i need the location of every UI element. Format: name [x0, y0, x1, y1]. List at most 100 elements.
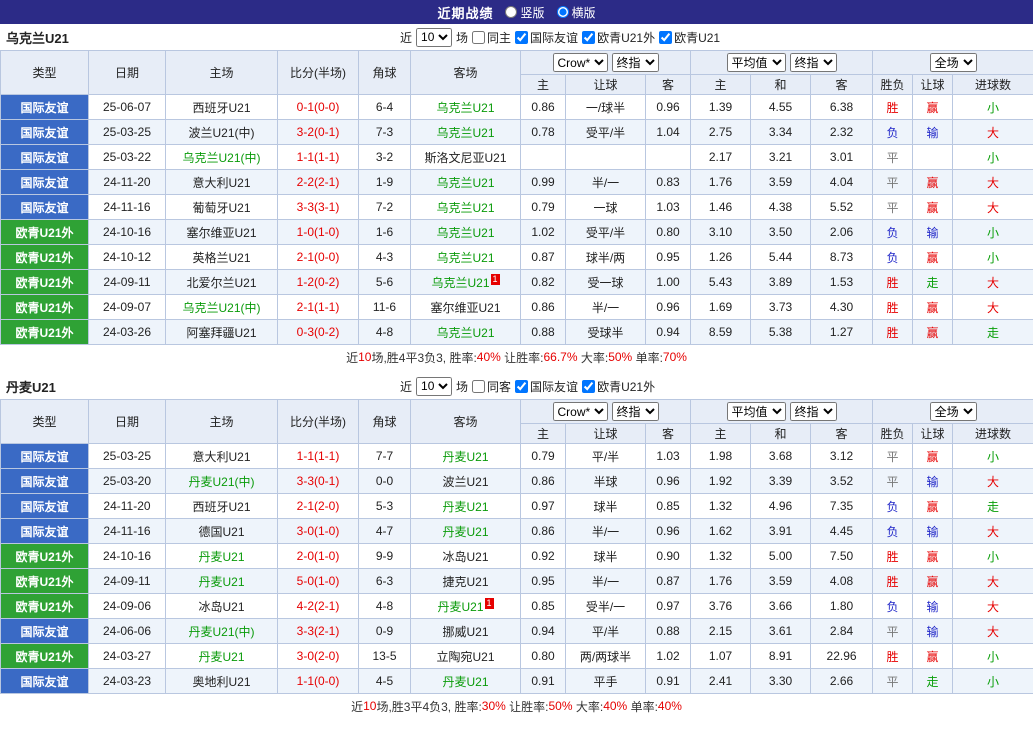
corner-score: 5-3 — [358, 493, 411, 519]
same-away-checkbox[interactable] — [472, 379, 486, 393]
col-avg-home: 主 — [690, 74, 752, 95]
odds-home: 1.02 — [520, 219, 566, 245]
home-team: 丹麦U21 — [165, 568, 278, 594]
filter-same-away[interactable]: 同客 — [472, 378, 511, 395]
away-team: 丹麦U21 — [410, 443, 521, 469]
match-count-select[interactable]: 10 — [416, 27, 453, 47]
avg-draw: 3.30 — [750, 668, 812, 694]
match-row: 国际友谊 24-03-23 奥地利U21 1-1(0-0) 4-5 丹麦U21 0.91 平手… — [0, 668, 1033, 694]
match-type-badge: 国际友谊 — [0, 144, 89, 170]
scope-select[interactable]: 全场 — [929, 53, 977, 72]
filter-u21-qual[interactable]: 欧青U21外 — [582, 378, 655, 395]
away-team: 乌克兰U21 1 — [410, 269, 521, 295]
match-count-select[interactable]: 10 — [416, 376, 453, 396]
result-handicap: 输 — [912, 219, 954, 245]
home-team: 西班牙U21 — [165, 493, 278, 519]
avg-draw: 4.38 — [750, 194, 812, 220]
result-goals: 大 — [952, 518, 1033, 544]
match-row: 国际友谊 24-11-16 葡萄牙U21 3-3(3-1) 7-2 乌克兰U21 0.79 一… — [0, 194, 1033, 220]
result-goals: 大 — [952, 119, 1033, 145]
col-type: 类型 — [0, 50, 89, 95]
odds-away — [644, 144, 692, 170]
col-result-goals: 进球数 — [952, 74, 1033, 95]
u21-checkbox[interactable] — [659, 30, 673, 44]
radio-vertical-input[interactable] — [505, 6, 518, 18]
avg-stage-select[interactable]: 终指 — [789, 53, 837, 72]
filter-intl-friendly[interactable]: 国际友谊 — [515, 29, 578, 46]
result-goals: 小 — [952, 668, 1033, 694]
away-team: 乌克兰U21 — [410, 244, 521, 270]
result-winloss: 平 — [872, 169, 914, 195]
radio-horizontal-input[interactable] — [556, 6, 569, 18]
match-score: 1-0(1-0) — [277, 219, 359, 245]
summary-segment: 10 — [363, 699, 377, 713]
avg-away: 5.52 — [810, 194, 874, 220]
match-row: 国际友谊 25-03-20 丹麦U21(中) 3-3(0-1) 0-0 波兰U21 0.86… — [0, 468, 1033, 494]
avg-away: 4.45 — [810, 518, 874, 544]
result-winloss: 负 — [872, 244, 914, 270]
avg-home: 1.26 — [690, 244, 752, 270]
odds-company-select[interactable]: Crow* — [552, 53, 608, 72]
odds-away: 0.96 — [644, 468, 692, 494]
match-date: 24-09-11 — [88, 269, 166, 295]
team-section-ukraine: 乌克兰U21 近 10 场 同主 国际友谊 欧青U21外 欧青U21 类型 日期… — [0, 24, 1033, 369]
filter-u21-qual[interactable]: 欧青U21外 — [582, 29, 655, 46]
result-goals: 大 — [952, 269, 1033, 295]
avg-source-select[interactable]: 平均值 — [726, 402, 786, 421]
odds-away: 0.96 — [644, 94, 692, 120]
u21-qual-checkbox[interactable] — [582, 379, 596, 393]
result-handicap: 赢 — [912, 94, 954, 120]
result-goals: 小 — [952, 543, 1033, 569]
avg-home: 1.98 — [690, 443, 752, 469]
same-home-checkbox[interactable] — [472, 30, 486, 44]
odds-handicap: 两/两球半 — [565, 643, 646, 669]
match-type-badge: 国际友谊 — [0, 618, 89, 644]
away-team: 捷克U21 — [410, 568, 521, 594]
odds-away: 1.03 — [644, 194, 692, 220]
layout-radio-vertical[interactable]: 竖版 — [505, 4, 545, 21]
avg-draw: 5.00 — [750, 543, 812, 569]
result-winloss: 负 — [872, 219, 914, 245]
odds-handicap: 平/半 — [565, 443, 646, 469]
match-score: 0-3(0-2) — [277, 319, 359, 345]
odds-handicap: 半/一 — [565, 568, 646, 594]
odds-away: 0.80 — [644, 219, 692, 245]
u21-qual-checkbox[interactable] — [582, 30, 596, 44]
avg-home: 1.62 — [690, 518, 752, 544]
odds-away: 0.95 — [644, 244, 692, 270]
corner-score: 9-9 — [358, 543, 411, 569]
result-winloss: 胜 — [872, 269, 914, 295]
match-row: 国际友谊 25-03-25 波兰U21(中) 3-2(0-1) 7-3 乌克兰U21 0.7… — [0, 119, 1033, 145]
scope-select[interactable]: 全场 — [929, 402, 977, 421]
match-row: 欧青U21外 24-09-11 北爱尔兰U21 1-2(0-2) 5-6 乌克兰U21 1 0… — [0, 269, 1033, 295]
avg-source-select[interactable]: 平均值 — [726, 53, 786, 72]
away-team: 丹麦U21 — [410, 493, 521, 519]
layout-radio-horizontal[interactable]: 横版 — [556, 4, 596, 21]
filter-intl-friendly[interactable]: 国际友谊 — [515, 378, 578, 395]
away-team: 乌克兰U21 — [410, 194, 521, 220]
match-score: 5-0(1-0) — [277, 568, 359, 594]
avg-away: 2.06 — [810, 219, 874, 245]
avg-selects-cell: 平均值 终指 — [690, 399, 874, 424]
result-goals: 走 — [952, 319, 1033, 345]
match-type-badge: 欧青U21外 — [0, 219, 89, 245]
match-row: 国际友谊 25-03-25 意大利U21 1-1(1-1) 7-7 丹麦U21 0.79 平/… — [0, 443, 1033, 469]
intl-friendly-checkbox[interactable] — [515, 379, 529, 393]
match-type-badge: 国际友谊 — [0, 468, 89, 494]
odds-home: 0.86 — [520, 294, 566, 320]
team-name: 乌克兰U21 — [6, 30, 69, 46]
odds-stage-select[interactable]: 终指 — [611, 402, 659, 421]
odds-home: 0.87 — [520, 244, 566, 270]
near-label: 近 — [400, 30, 413, 45]
odds-company-select[interactable]: Crow* — [552, 402, 608, 421]
filter-u21[interactable]: 欧青U21 — [659, 29, 720, 46]
corner-score: 1-9 — [358, 169, 411, 195]
intl-friendly-checkbox[interactable] — [515, 30, 529, 44]
col-avg-away: 客 — [810, 423, 874, 444]
filter-same-home[interactable]: 同主 — [472, 29, 511, 46]
home-team: 丹麦U21 — [165, 543, 278, 569]
corner-score: 0-0 — [358, 468, 411, 494]
avg-stage-select[interactable]: 终指 — [789, 402, 837, 421]
odds-stage-select[interactable]: 终指 — [611, 53, 659, 72]
result-winloss: 负 — [872, 119, 914, 145]
